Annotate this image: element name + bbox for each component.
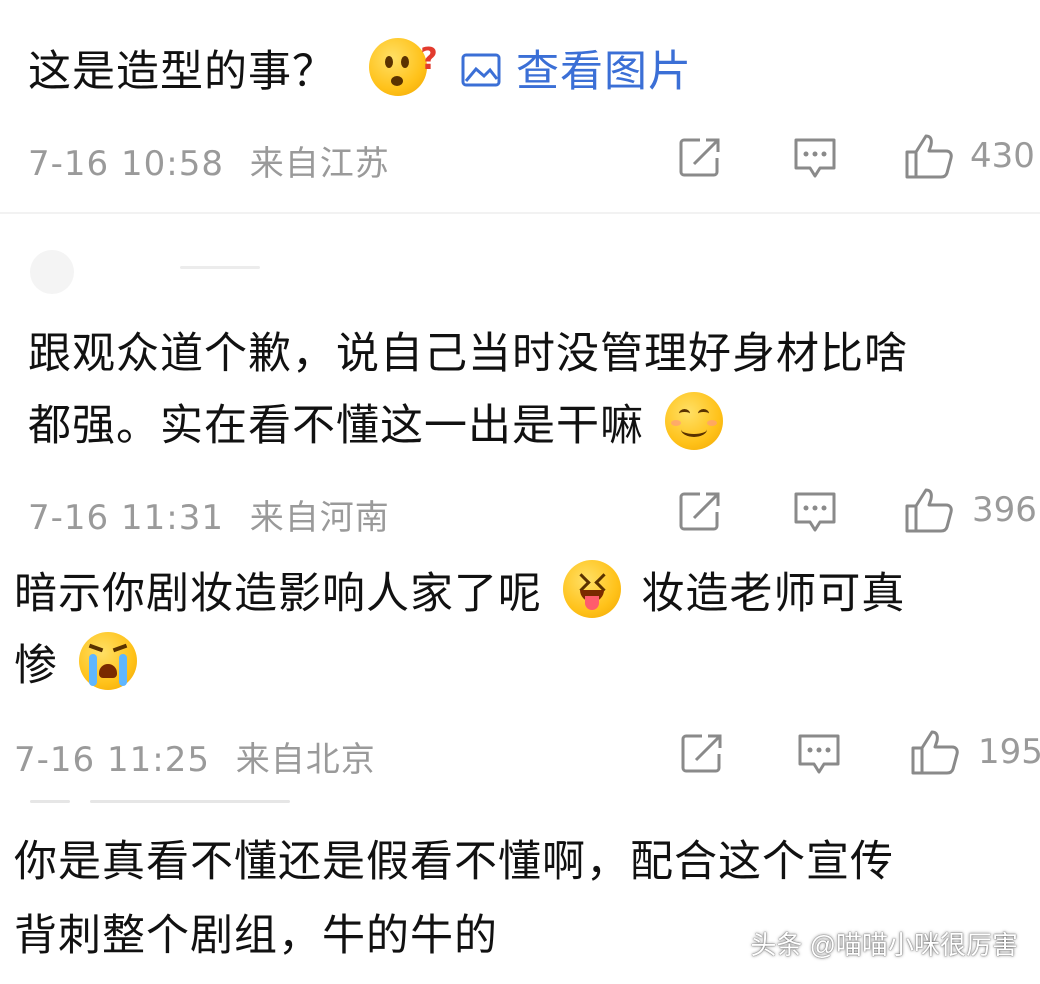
comment-icon[interactable] [792,490,838,534]
comment-4-line-1: 你是真看不懂还是假看不懂啊，配合这个宣传 [14,837,894,887]
comment-3-line-1-b: 妆造老师可真 [641,569,906,619]
divider [0,212,1040,214]
comment-3-like-count: 195 [978,732,1040,772]
comment-2-like-count: 396 [972,490,1037,530]
comment-2-meta: 7-16 11:31 来自河南 [28,490,390,539]
comment-4-line-2: 背刺整个剧组，牛的牛的 [14,911,498,961]
comment-1-meta: 7-16 10:58 来自江苏 [28,136,390,185]
view-image-link[interactable]: 查看图片 [461,47,692,97]
comment-3-line-1: 暗示你剧妆造影响人家了呢 妆造老师可真 [14,560,905,626]
comment-2-line-1: 跟观众道个歉，说自己当时没管理好身材比啥 [28,329,908,379]
comment-1-text: 这是造型的事？ ? 查看图片 [28,38,692,104]
obscured-username [90,800,290,803]
share-icon[interactable] [680,732,724,774]
comment-2-line-2: 都强。实在看不懂这一出是干嘛 [28,392,729,458]
thumbs-up-icon[interactable] [910,728,960,776]
comment-3-line-2-text: 惨 [14,641,58,691]
comment-icon[interactable] [796,732,842,776]
comment-1-location: 来自江苏 [249,144,390,184]
comment-2-location: 来自河南 [249,498,390,538]
obscured-username [180,266,260,269]
comment-1-like-count: 430 [970,136,1035,176]
share-icon[interactable] [678,136,722,178]
crying-face-emoji [78,632,137,690]
smile-face-emoji [664,392,723,450]
comment-1-body: 这是造型的事？ [28,47,336,97]
avatar [30,250,74,294]
comment-3-location: 来自北京 [235,740,376,780]
comment-3-line-2: 惨 [14,632,143,698]
comment-3-meta: 7-16 11:25 来自北京 [14,732,376,781]
comment-icon[interactable] [792,136,838,180]
image-icon [461,53,501,87]
thumbs-up-icon[interactable] [904,486,954,534]
view-image-label: 查看图片 [516,47,693,97]
comment-1-time: 7-16 10:58 [28,144,224,184]
thumbs-up-icon[interactable] [904,132,954,180]
tongue-face-emoji [562,560,621,618]
watermark: 头条 @喵喵小咪很厉害 [750,930,1018,960]
comment-3-time: 7-16 11:25 [14,740,210,780]
comment-3-line-1-a: 暗示你剧妆造影响人家了呢 [14,569,542,619]
share-icon[interactable] [678,490,722,532]
question-face-emoji: ? [368,38,438,96]
obscured-username [30,800,70,803]
comment-2-time: 7-16 11:31 [28,498,224,538]
comment-2-line-2-text: 都强。实在看不懂这一出是干嘛 [28,401,644,451]
